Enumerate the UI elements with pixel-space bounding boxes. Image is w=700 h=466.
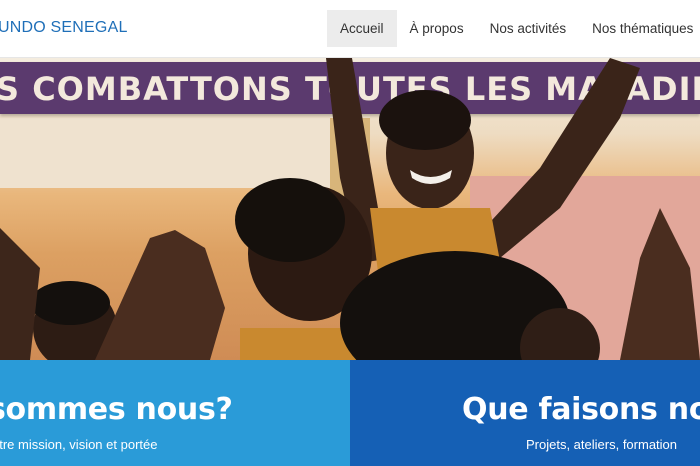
nav-item-nos-thematiques[interactable]: Nos thématiques bbox=[579, 10, 700, 47]
nav-item-nos-activites[interactable]: Nos activités bbox=[477, 10, 580, 47]
card-title: sommes nous? bbox=[0, 392, 233, 427]
info-cards: sommes nous? otre mission, vision et por… bbox=[0, 360, 700, 466]
card-qui-sommes-nous[interactable]: sommes nous? otre mission, vision et por… bbox=[0, 360, 350, 466]
main-nav: Accueil À propos Nos activités Nos théma… bbox=[327, 10, 700, 47]
nav-item-accueil[interactable]: Accueil bbox=[327, 10, 397, 47]
site-header: UNDO SENEGAL Accueil À propos Nos activi… bbox=[0, 0, 700, 58]
site-brand-logo[interactable]: UNDO SENEGAL bbox=[0, 19, 128, 37]
hero-people-illustration bbox=[0, 58, 700, 360]
card-que-faisons-nous[interactable]: Que faisons no Projets, ateliers, format… bbox=[350, 360, 700, 466]
nav-item-a-propos[interactable]: À propos bbox=[397, 10, 477, 47]
hero-image: S COMBATTONS TOUTES LES MALADIES bbox=[0, 58, 700, 360]
card-subtitle: Projets, ateliers, formation bbox=[526, 437, 678, 452]
card-subtitle: otre mission, vision et portée bbox=[0, 437, 158, 452]
card-title: Que faisons no bbox=[462, 392, 700, 427]
